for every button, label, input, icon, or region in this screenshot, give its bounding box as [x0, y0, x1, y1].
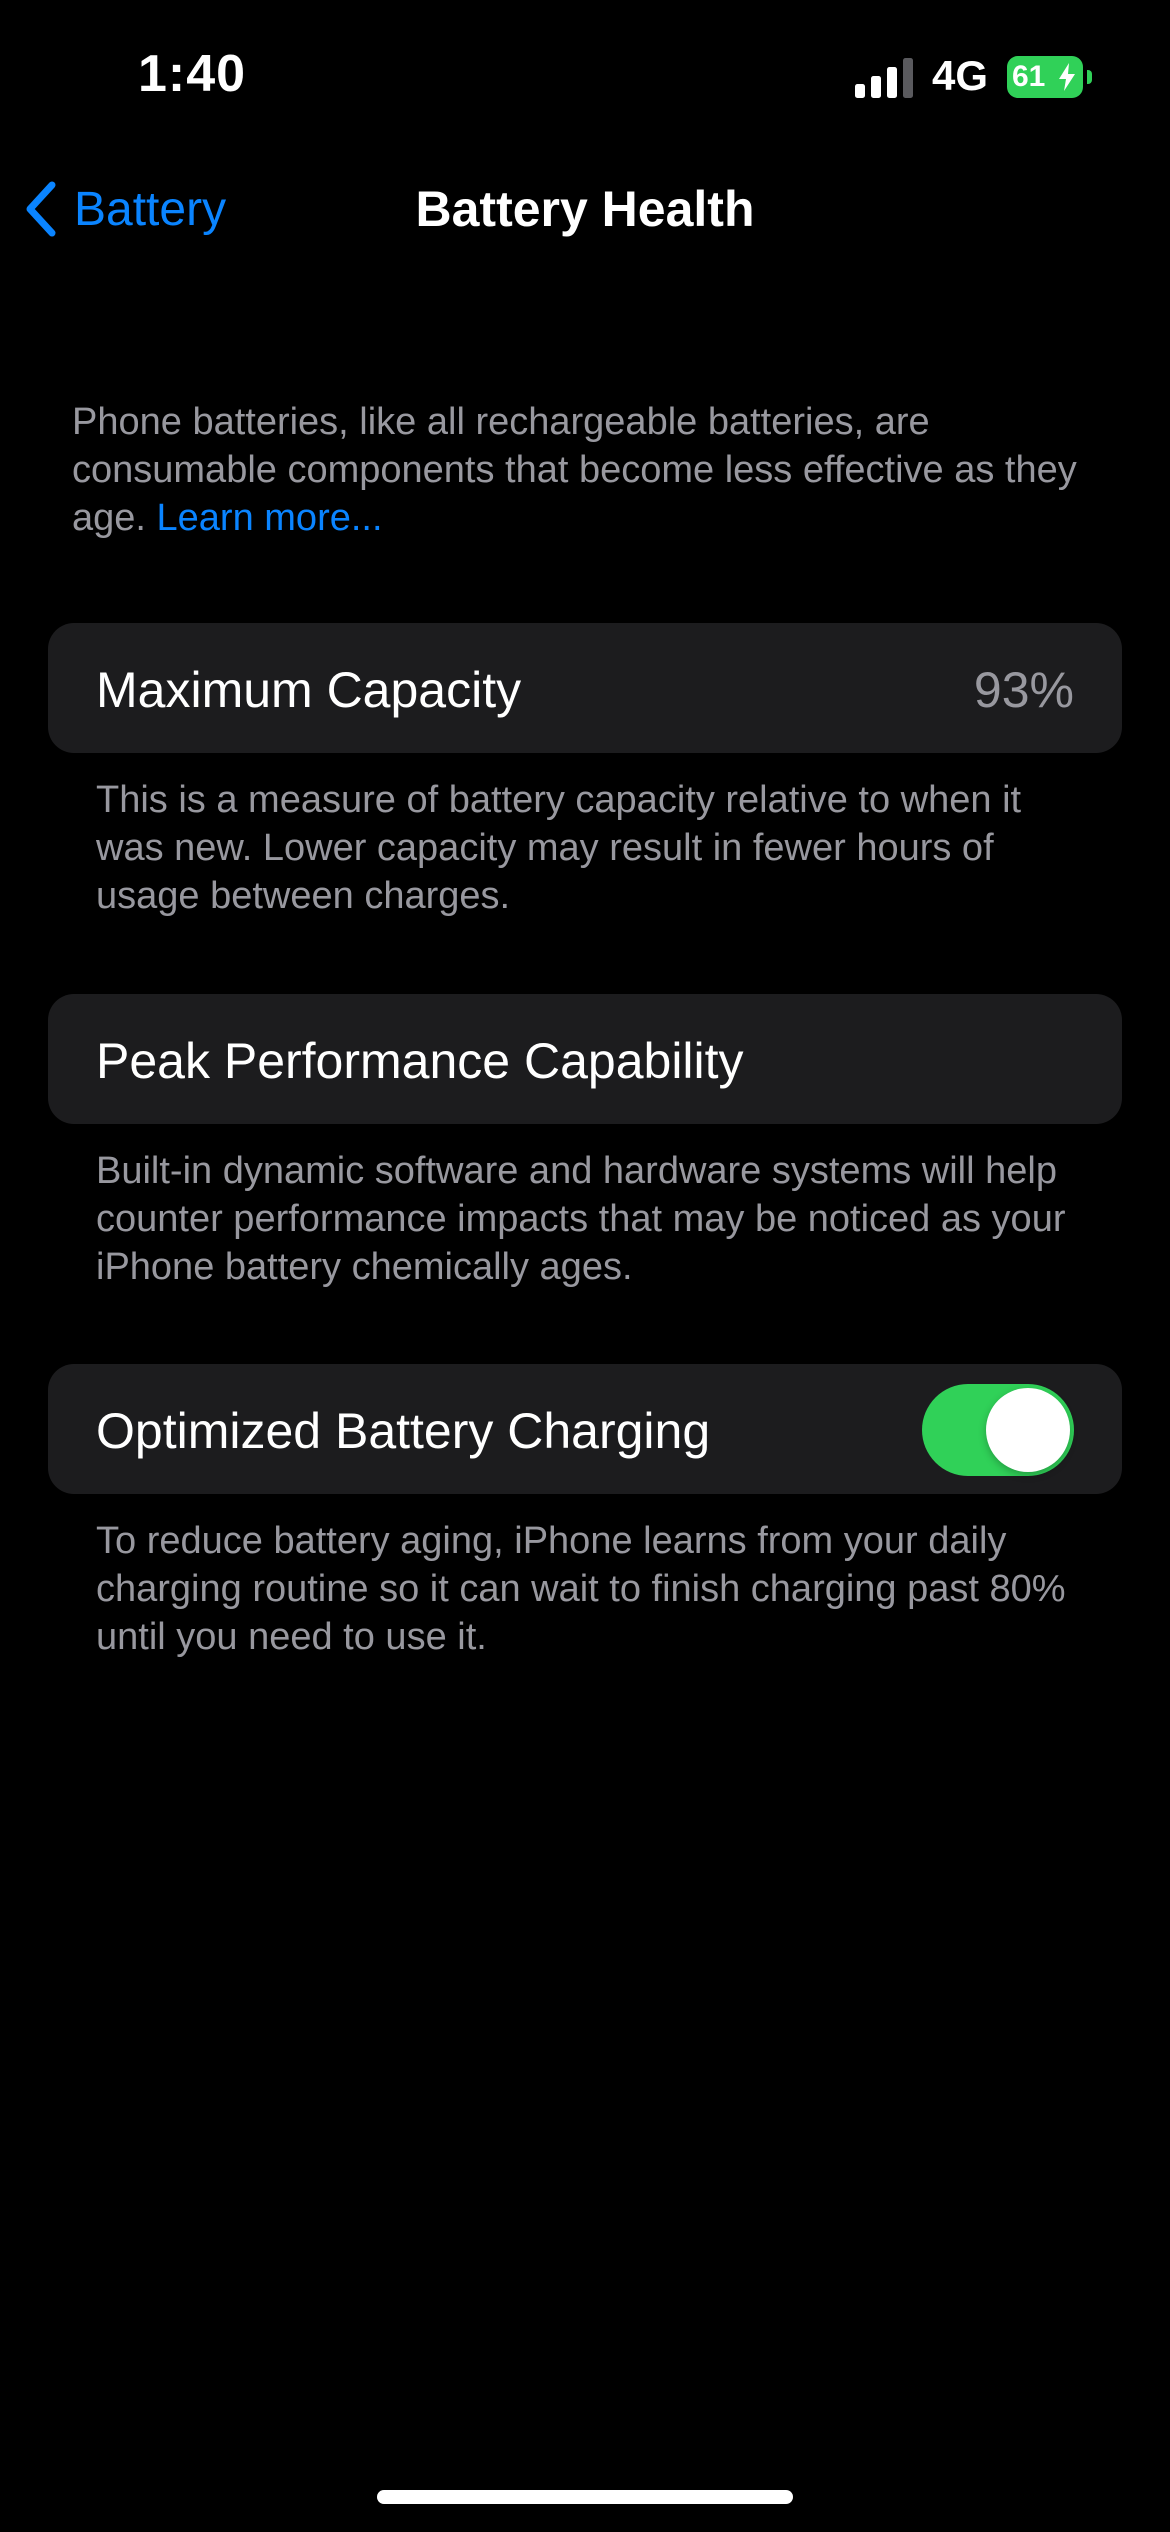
peak-performance-label: Peak Performance Capability — [96, 1033, 744, 1089]
chevron-left-icon — [26, 181, 56, 237]
optimized-charging-toggle[interactable] — [922, 1384, 1074, 1476]
lightning-bolt-icon — [1059, 63, 1075, 91]
battery-terminal — [1087, 70, 1092, 84]
battery-body: 61 — [1007, 56, 1083, 98]
home-indicator[interactable] — [377, 2490, 793, 2504]
peak-performance-footer: Built-in dynamic software and hardware s… — [96, 1150, 1066, 1288]
maximum-capacity-row: Maximum Capacity 93% — [48, 623, 1122, 753]
maximum-capacity-footer: This is a measure of battery capacity re… — [96, 779, 1022, 917]
network-type-label: 4G — [932, 52, 989, 99]
intro-description: Phone batteries, like all rechargeable b… — [72, 398, 1112, 542]
optimized-charging-label: Optimized Battery Charging — [96, 1403, 711, 1459]
maximum-capacity-label: Maximum Capacity — [96, 662, 522, 718]
learn-more-link[interactable]: Learn more... — [157, 497, 383, 539]
optimized-charging-footer: To reduce battery aging, iPhone learns f… — [96, 1520, 1066, 1658]
navigation-bar: Battery Health Battery — [0, 150, 1170, 270]
battery-level-text: 61 — [1012, 60, 1046, 93]
back-button-label: Battery — [74, 182, 227, 236]
cellular-signal-icon — [855, 58, 913, 98]
peak-performance-row: Peak Performance Capability — [48, 994, 1122, 1124]
battery-icon: 61 — [1007, 56, 1093, 98]
toggle-knob — [986, 1388, 1070, 1472]
status-bar: 1:40 4G 61 — [0, 0, 1170, 150]
status-time: 1:40 — [138, 45, 247, 103]
optimized-charging-row: Optimized Battery Charging — [48, 1364, 1122, 1494]
maximum-capacity-value: 93% — [973, 662, 1074, 718]
back-button[interactable]: Battery — [22, 174, 226, 244]
